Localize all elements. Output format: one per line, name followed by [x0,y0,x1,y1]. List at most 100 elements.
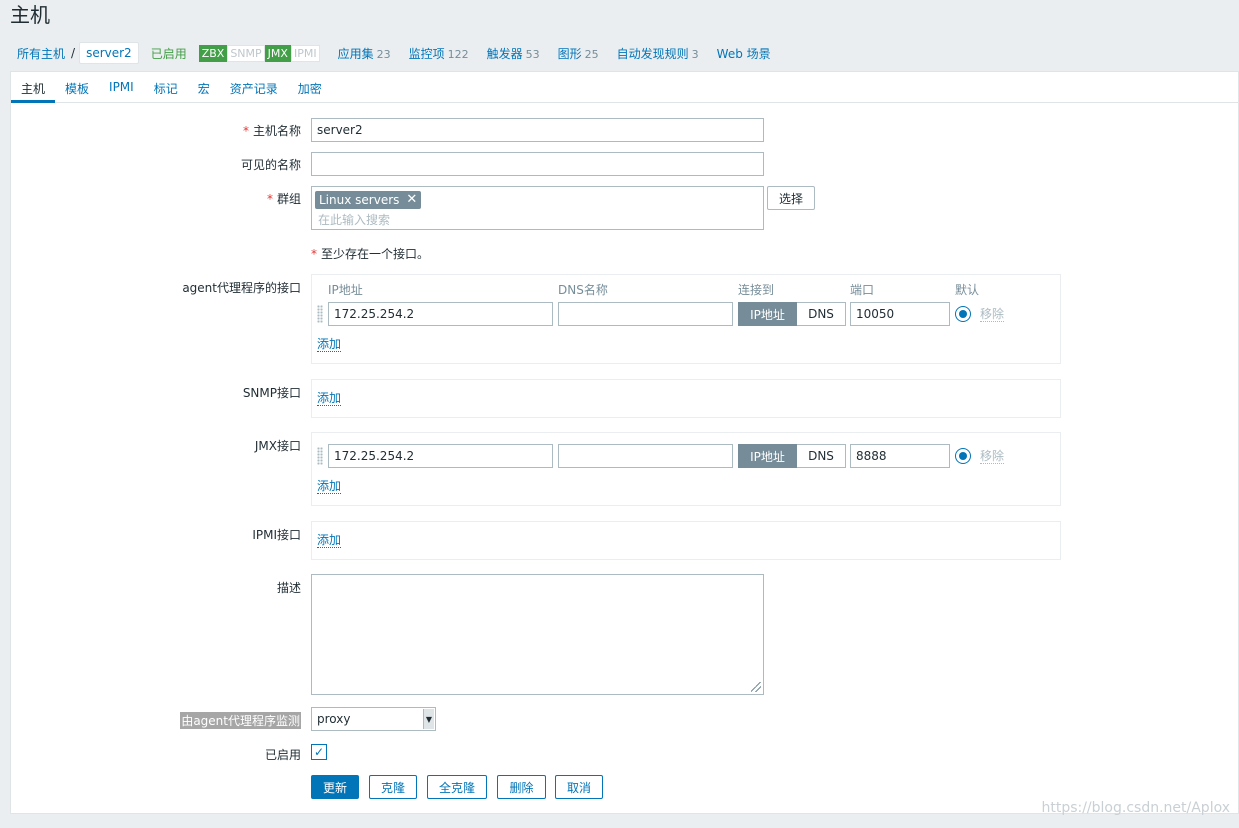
agent-connect-ip-button[interactable]: IP地址 [738,302,797,326]
availability-zbx: ZBX [198,44,228,62]
nav-applications[interactable]: 应用集 23 [338,45,391,62]
groups-label: * 群组 [267,190,301,207]
groups-multiselect[interactable]: Linux servers ✕ 在此输入搜索 [311,186,764,230]
proxy-select[interactable]: proxy [311,707,436,731]
nav-discovery-rules[interactable]: 自动发现规则 3 [617,45,699,62]
group-search-placeholder[interactable]: 在此输入搜索 [318,211,760,229]
breadcrumb-separator: / [71,46,76,60]
jmx-interfaces-label: JMX接口 [254,439,301,453]
breadcrumb-current-host[interactable]: server2 [79,42,139,64]
watermark: https://blog.csdn.net/Aplox [1041,800,1230,816]
breadcrumb-all-hosts[interactable]: 所有主机 [17,45,65,62]
update-button[interactable]: 更新 [311,775,359,799]
nav-items-label: 监控项 [408,46,445,61]
jmx-connect-ip-button[interactable]: IP地址 [738,444,797,468]
ipmi-interfaces-box [311,521,1061,560]
host-status-enabled[interactable]: 已启用 [151,45,187,62]
drag-handle-icon[interactable] [317,447,323,465]
description-textarea[interactable] [311,574,764,695]
drag-handle-icon[interactable] [317,305,323,323]
enabled-label: 已启用 [264,748,301,762]
jmx-remove-link[interactable]: 移除 [980,449,1005,464]
group-tag-label: Linux servers [319,193,400,207]
agent-port-input[interactable]: 10050 [850,302,950,326]
nav-web-scenarios-label: Web 场景 [716,46,771,61]
full-clone-button[interactable]: 全克隆 [427,775,487,799]
required-marker: * [242,124,249,138]
snmp-interfaces-label: SNMP接口 [242,386,301,400]
host-name-label-text: 主机名称 [252,124,301,138]
column-dns: DNS名称 [558,283,608,297]
snmp-add-link[interactable]: 添加 [317,391,342,406]
jmx-add-link[interactable]: 添加 [317,479,342,494]
nav-web-scenarios[interactable]: Web 场景 [717,45,771,62]
nav-triggers-count: 53 [525,47,540,61]
delete-button[interactable]: 删除 [497,775,546,799]
nav-graphs-count: 25 [584,47,599,61]
agent-add-link[interactable]: 添加 [317,337,342,352]
tab-ipmi[interactable]: IPMI [99,72,144,103]
tab-macros[interactable]: 宏 [188,72,220,103]
interface-required-note: * 至少存在一个接口。 [311,245,429,262]
group-tag: Linux servers ✕ [315,189,422,211]
ipmi-interfaces-label: IPMI接口 [252,528,301,542]
clone-button[interactable]: 克隆 [369,775,417,799]
jmx-connect-dns-button[interactable]: DNS [797,444,846,468]
agent-remove-link[interactable]: 移除 [980,307,1005,322]
close-icon[interactable]: ✕ [406,189,417,211]
visible-name-input[interactable] [311,152,764,176]
chevron-down-icon[interactable]: ▼ [423,709,434,729]
tab-templates[interactable]: 模板 [55,72,99,103]
availability-ipmi: IPMI [290,44,320,62]
required-marker: * [311,247,317,261]
agent-connect-dns-button[interactable]: DNS [797,302,846,326]
description-label: 描述 [276,581,301,595]
nav-items-count: 122 [447,47,469,61]
nav-graphs[interactable]: 图形 25 [558,45,599,62]
tab-encryption[interactable]: 加密 [288,72,332,103]
agent-ip-input[interactable]: 172.25.254.2 [328,302,553,326]
ipmi-add-link[interactable]: 添加 [317,533,342,548]
agent-connect-toggle: IP地址 DNS [738,302,846,326]
availability-snmp: SNMP [227,44,265,62]
column-connect-to: 连接到 [738,283,775,297]
availability-jmx: JMX [264,44,291,62]
interface-note-text: 至少存在一个接口。 [321,247,430,261]
jmx-port-input[interactable]: 8888 [850,444,950,468]
agent-dns-input[interactable] [558,302,733,326]
tab-inventory[interactable]: 资产记录 [220,72,288,103]
column-default: 默认 [955,283,980,297]
jmx-dns-input[interactable] [558,444,733,468]
select-group-button[interactable]: 选择 [767,186,815,210]
nav-discovery-rules-count: 3 [691,47,699,61]
nav-discovery-rules-label: 自动发现规则 [616,46,689,61]
resize-handle-icon[interactable] [751,682,761,692]
groups-label-text: 群组 [276,192,301,206]
column-ip: IP地址 [328,283,363,297]
required-marker: * [266,192,273,206]
jmx-connect-toggle: IP地址 DNS [738,444,846,468]
nav-triggers[interactable]: 触发器 53 [487,45,540,62]
host-name-input[interactable]: server2 [311,118,764,142]
cancel-button[interactable]: 取消 [555,775,603,799]
page-title: 主机 [10,3,50,27]
snmp-interfaces-box [311,379,1061,418]
visible-name-label: 可见的名称 [240,158,301,172]
tab-host[interactable]: 主机 [11,72,56,103]
host-name-label: * 主机名称 [243,122,301,139]
tab-tags[interactable]: 标记 [144,72,188,103]
agent-interfaces-label: agent代理程序的接口 [182,281,301,295]
jmx-default-radio[interactable] [955,448,971,464]
proxy-select-value: proxy [317,712,351,726]
nav-applications-count: 23 [376,47,391,61]
enabled-checkbox[interactable]: ✓ [311,744,327,760]
monitored-by-proxy-label: 由agent代理程序监测 [180,712,301,729]
tab-bar: 主机 模板 IPMI 标记 宏 资产记录 加密 [11,72,1238,103]
jmx-ip-input[interactable]: 172.25.254.2 [328,444,553,468]
nav-items[interactable]: 监控项 122 [409,45,469,62]
nav-graphs-label: 图形 [557,46,582,61]
column-port: 端口 [850,283,875,297]
check-icon: ✓ [313,745,325,759]
host-navigation: 所有主机 / server2 已启用 ZBX SNMP JMX IPMI 应用集… [11,41,771,65]
agent-default-radio[interactable] [955,306,971,322]
